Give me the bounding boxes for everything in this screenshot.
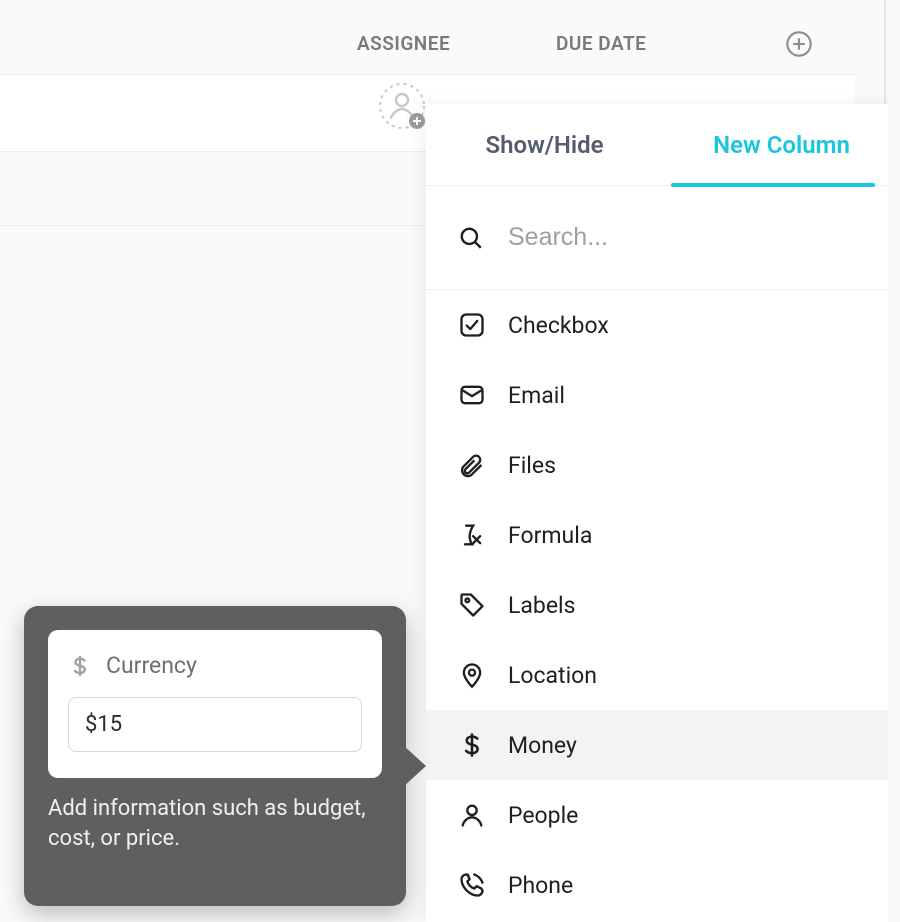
option-label: Location (508, 662, 597, 689)
tab-show-hide[interactable]: Show/Hide (426, 104, 663, 186)
option-files[interactable]: Files (426, 430, 900, 500)
option-people[interactable]: People (426, 780, 900, 850)
option-email[interactable]: Email (426, 360, 900, 430)
money-icon (458, 731, 486, 759)
option-location[interactable]: Location (426, 640, 900, 710)
tab-new-column[interactable]: New Column (663, 104, 900, 186)
option-label: Files (508, 452, 556, 479)
tab-active-indicator (671, 183, 875, 187)
tooltip-arrow (404, 746, 426, 786)
column-header-assignee: ASSIGNEE (357, 32, 450, 55)
tooltip-preview-title: Currency (106, 652, 197, 679)
option-labels[interactable]: Labels (426, 570, 900, 640)
column-header-row: ASSIGNEE DUE DATE (0, 0, 860, 74)
email-icon (458, 381, 486, 409)
search-row (426, 186, 900, 290)
option-label: Money (508, 732, 577, 759)
search-input[interactable] (508, 223, 868, 252)
option-label: Labels (508, 592, 575, 619)
option-label: Formula (508, 522, 592, 549)
column-type-panel: Show/Hide New Column Checkbox (426, 104, 900, 922)
phone-icon (458, 871, 486, 899)
person-add-icon (378, 82, 426, 130)
files-icon (458, 451, 486, 479)
option-label: Email (508, 382, 565, 409)
formula-icon (458, 521, 486, 549)
tooltip-preview-card: Currency $15 (48, 630, 382, 778)
option-label: Phone (508, 872, 573, 899)
people-icon (458, 801, 486, 829)
option-phone[interactable]: Phone (426, 850, 900, 920)
panel-tabs: Show/Hide New Column (426, 104, 900, 186)
location-icon (458, 661, 486, 689)
dollar-icon (68, 654, 92, 678)
right-gutter (888, 0, 900, 922)
add-column-button[interactable] (785, 30, 813, 58)
column-type-tooltip: Currency $15 Add information such as bud… (24, 606, 406, 906)
assignee-avatar-placeholder[interactable] (378, 82, 426, 130)
tooltip-preview-value: $15 (68, 697, 362, 752)
labels-icon (458, 591, 486, 619)
checkbox-icon (458, 311, 486, 339)
column-header-due-date: DUE DATE (556, 32, 646, 55)
option-formula[interactable]: Formula (426, 500, 900, 570)
tooltip-description: Add information such as budget, cost, or… (48, 794, 382, 853)
option-money[interactable]: Money (426, 710, 900, 780)
right-divider (884, 0, 886, 104)
option-label: People (508, 802, 578, 829)
option-label: Checkbox (508, 312, 609, 339)
option-checkbox[interactable]: Checkbox (426, 290, 900, 360)
plus-circle-icon (785, 30, 813, 58)
column-type-list: Checkbox Email Files F (426, 290, 900, 920)
search-icon (458, 225, 484, 251)
